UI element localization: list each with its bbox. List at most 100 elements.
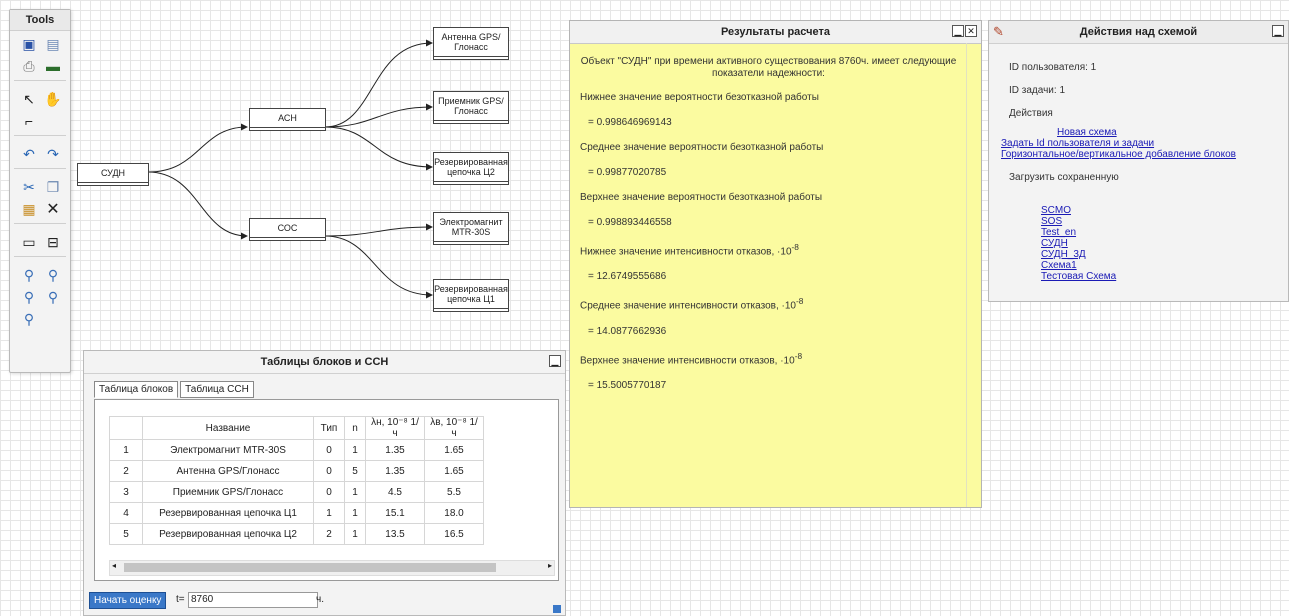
orientation-link[interactable]: Горизонтальное/вертикальное добавление б… — [1001, 149, 1288, 160]
exponent: -8 — [794, 350, 803, 361]
result-item: Нижнее значение вероятности безотказной … — [580, 92, 957, 128]
tab-ssn[interactable]: Таблица ССН — [180, 381, 254, 398]
result-label: Среднее значение вероятности безотказной… — [580, 142, 824, 153]
result-value: = 0.998646969143 — [588, 117, 672, 128]
table-row[interactable]: 3 Приемник GPS/Глонасс 0 1 4.5 5.5 — [109, 481, 484, 503]
result-item: Верхнее значение вероятности безотказной… — [580, 192, 957, 228]
results-intro: Объект "СУДН" при времени активного суще… — [580, 56, 957, 79]
scroll-right-icon[interactable]: ▸ — [548, 561, 552, 570]
cell: 1 — [313, 502, 345, 524]
cell: 5 — [344, 460, 366, 482]
tables-window: Таблицы блоков и ССН ▁ Таблица блоков Та… — [83, 350, 566, 616]
t-label: t= — [176, 594, 185, 605]
cell: 3 — [109, 481, 143, 503]
block-reserved-c1[interactable]: Резервированная цепочка Ц1 — [433, 279, 509, 309]
cell: 16.5 — [424, 523, 484, 545]
table-row[interactable]: 5 Резервированная цепочка Ц2 2 1 13.5 16.5 — [109, 523, 484, 545]
result-value: = 0.99877020785 — [588, 167, 667, 178]
cell: 1 — [344, 502, 366, 524]
set-id-link[interactable]: Задать Id пользователя и задачи — [1001, 138, 1288, 149]
results-window: Результаты расчета ▁ ✕ Объект "СУДН" при… — [569, 20, 982, 508]
blocks-table: Название Тип n λн, 10⁻⁸ 1/ч λв, 10⁻⁸ 1/ч… — [109, 416, 484, 545]
col-header[interactable]: λн, 10⁻⁸ 1/ч — [365, 416, 425, 440]
results-title: Результаты расчета — [720, 26, 830, 38]
cell: 1 — [344, 481, 366, 503]
saved-scheme-link[interactable]: СУДН — [1041, 238, 1288, 249]
cell: Резервированная цепочка Ц2 — [142, 523, 314, 545]
cell: 0 — [313, 439, 345, 461]
result-item: Нижнее значение интенсивности отказов, ·… — [580, 242, 957, 282]
minimize-icon[interactable]: ▁ — [952, 25, 964, 37]
col-header[interactable]: n — [344, 416, 366, 440]
saved-list: SCMO SOS Test_en СУДН СУДН_3Д Схема1 Тес… — [1041, 205, 1288, 282]
blocks-table-frame: Название Тип n λн, 10⁻⁸ 1/ч λв, 10⁻⁸ 1/ч… — [94, 399, 559, 581]
actions-title: Действия над схемой — [1079, 26, 1198, 38]
user-id: ID пользователя: 1 — [1009, 62, 1097, 73]
scroll-left-icon[interactable]: ◂ — [112, 561, 116, 570]
new-scheme-link[interactable]: Новая схема — [1001, 127, 1288, 138]
cell: 1.65 — [424, 439, 484, 461]
task-id: ID задачи: 1 — [1009, 85, 1066, 96]
table-row[interactable]: 1 Электромагнит MTR-30S 0 1 1.35 1.65 — [109, 439, 484, 461]
saved-scheme-link[interactable]: SCMO — [1041, 205, 1288, 216]
table-row[interactable]: 2 Антенна GPS/Глонасс 0 5 1.35 1.65 — [109, 460, 484, 482]
saved-scheme-link[interactable]: СУДН_3Д — [1041, 249, 1288, 260]
cell: Приемник GPS/Глонасс — [142, 481, 314, 503]
scheme-edit-icon: ✎ — [993, 24, 1004, 39]
minimize-icon[interactable]: ▁ — [1272, 25, 1284, 37]
result-label: Нижнее значение вероятности безотказной … — [580, 92, 819, 103]
block-reserved-c2[interactable]: Резервированная цепочка Ц2 — [433, 152, 509, 182]
cell: Антенна GPS/Глонасс — [142, 460, 314, 482]
block-sos[interactable]: СОС — [249, 218, 326, 238]
table-hscrollbar[interactable]: ◂ ▸ — [109, 560, 555, 576]
block-sudn[interactable]: СУДН — [77, 163, 149, 183]
result-value: = 12.6749555686 — [588, 271, 667, 283]
scroll-thumb[interactable] — [124, 563, 496, 572]
cell: 2 — [313, 523, 345, 545]
block-gps-receiver[interactable]: Приемник GPS/Глонасс — [433, 91, 509, 121]
block-electromagnet[interactable]: Электромагнит MTR-30S — [433, 212, 509, 242]
block-gps-antenna[interactable]: Антенна GPS/ Глонасс — [433, 27, 509, 57]
exponent: -8 — [795, 296, 804, 307]
cell: 2 — [109, 460, 143, 482]
cell: 5.5 — [424, 481, 484, 503]
table-row[interactable]: 4 Резервированная цепочка Ц1 1 1 15.1 18.0 — [109, 502, 484, 524]
cell: 1 — [109, 439, 143, 461]
col-header[interactable]: λв, 10⁻⁸ 1/ч — [424, 416, 484, 440]
col-header[interactable] — [109, 416, 143, 440]
load-label: Загрузить сохраненную — [1009, 172, 1119, 183]
results-scrollbar[interactable] — [966, 43, 981, 507]
saved-scheme-link[interactable]: Test_en — [1041, 227, 1288, 238]
cell: 18.0 — [424, 502, 484, 524]
start-estimate-button[interactable]: Начать оценку — [89, 592, 167, 609]
saved-scheme-link[interactable]: Тестовая Схема — [1041, 271, 1288, 282]
cell: 1 — [344, 523, 366, 545]
cell: 13.5 — [365, 523, 425, 545]
result-label: Нижнее значение интенсивности отказов, ·… — [580, 246, 792, 258]
block-ash[interactable]: АСН — [249, 108, 326, 128]
cell: Резервированная цепочка Ц1 — [142, 502, 314, 524]
result-label: Среднее значение интенсивности отказов, … — [580, 300, 796, 312]
cell: 1.35 — [365, 460, 425, 482]
result-value: = 0.998893446558 — [588, 217, 672, 228]
actions-label: Действия — [1009, 108, 1053, 119]
tab-blocks[interactable]: Таблица блоков — [94, 381, 179, 398]
col-header[interactable]: Тип — [313, 416, 345, 440]
saved-scheme-link[interactable]: Схема1 — [1041, 260, 1288, 271]
cell: 0 — [313, 481, 345, 503]
cell: 0 — [313, 460, 345, 482]
close-icon[interactable]: ✕ — [965, 25, 977, 37]
col-header[interactable]: Название — [142, 416, 314, 440]
saved-scheme-link[interactable]: SOS — [1041, 216, 1288, 227]
cell: Электромагнит MTR-30S — [142, 439, 314, 461]
actions-window: ✎ Действия над схемой ▁ ID пользователя:… — [988, 20, 1289, 302]
cell: 5 — [109, 523, 143, 545]
result-item: Среднее значение вероятности безотказной… — [580, 142, 957, 178]
resize-handle[interactable] — [553, 605, 561, 613]
cell: 1 — [344, 439, 366, 461]
result-label: Верхнее значение вероятности безотказной… — [580, 192, 823, 203]
minimize-icon[interactable]: ▁ — [549, 355, 561, 367]
cell: 4 — [109, 502, 143, 524]
cell: 1.35 — [365, 439, 425, 461]
t-input[interactable]: 8760 — [188, 592, 318, 608]
